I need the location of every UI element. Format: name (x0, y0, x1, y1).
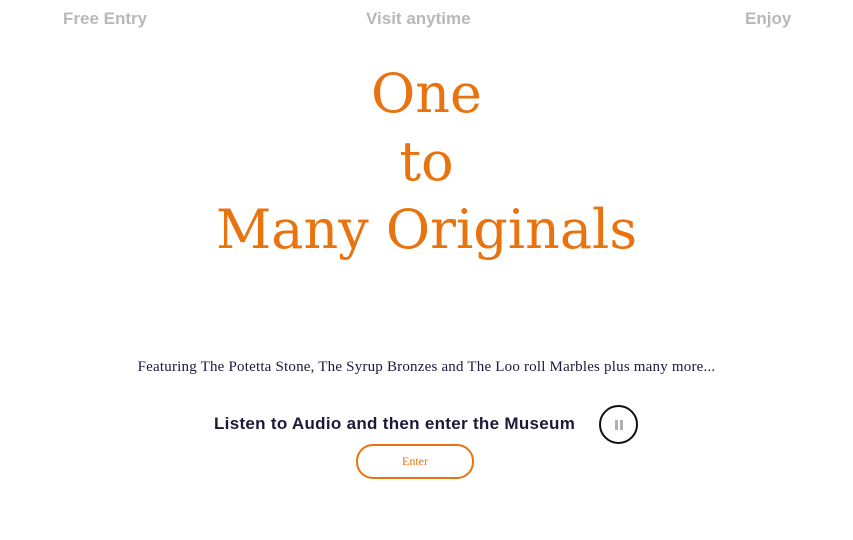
landing-page: Free Entry Visit anytime Enjoy One to Ma… (0, 0, 853, 540)
top-nav: Free Entry Visit anytime Enjoy (0, 8, 853, 32)
nav-enjoy: Enjoy (745, 9, 792, 28)
nav-free-entry: Free Entry (63, 9, 148, 28)
hero-title-line-3: Many Originals (215, 198, 638, 261)
nav-visit-anytime: Visit anytime (366, 9, 471, 28)
enter-button[interactable]: Enter (356, 444, 474, 479)
featuring-text: Featuring The Potetta Stone, The Syrup B… (137, 359, 716, 375)
hero-title-line-2: to (399, 130, 454, 193)
hero-title-line-1: One (370, 62, 482, 125)
pause-icon (615, 420, 623, 430)
audio-pause-button[interactable] (599, 405, 638, 444)
audio-label: Listen to Audio and then enter the Museu… (214, 414, 576, 433)
hero-title: One to Many Originals (0, 60, 853, 264)
